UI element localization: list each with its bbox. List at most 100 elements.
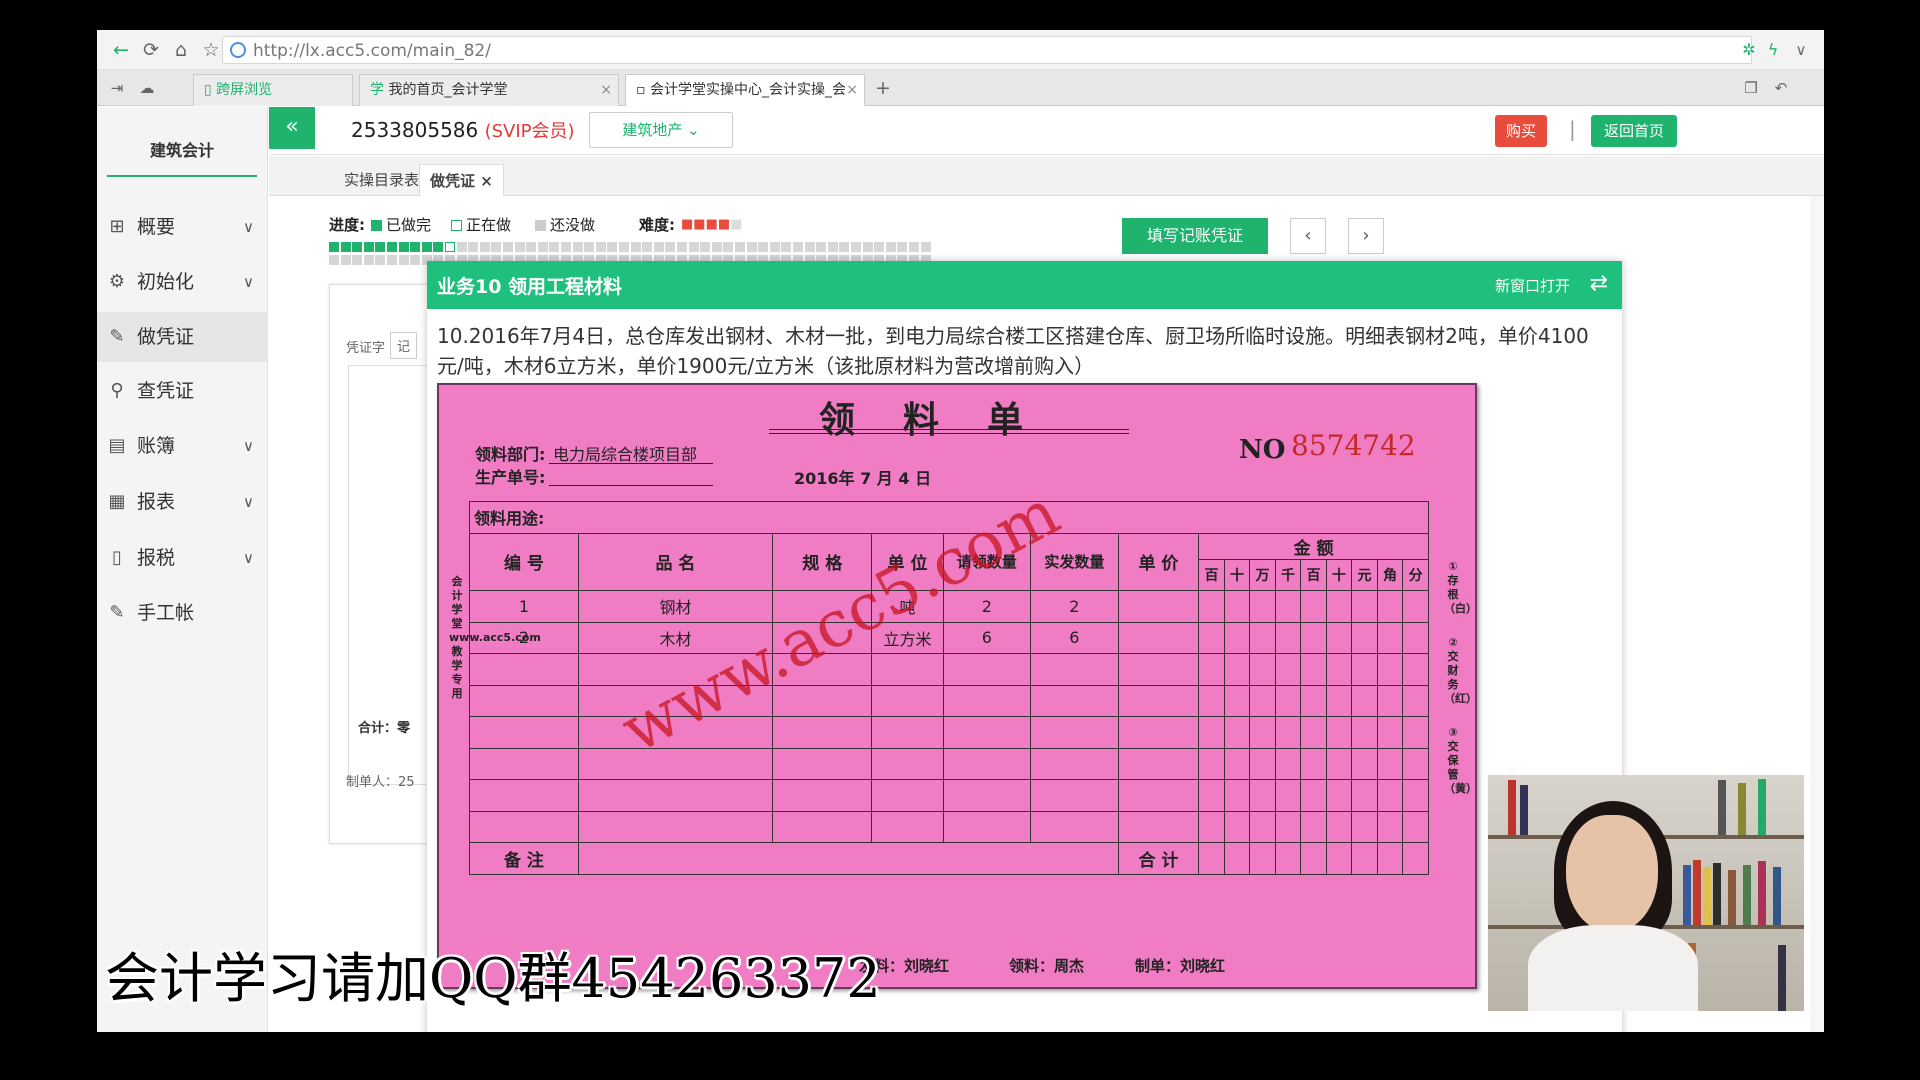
next-button[interactable]: › (1348, 218, 1384, 254)
progress-cell-todo[interactable] (375, 255, 386, 265)
progress-cell-todo[interactable] (329, 255, 339, 265)
progress-cell-todo[interactable] (665, 242, 676, 252)
progress-cell-todo[interactable] (700, 242, 711, 252)
tab-practice-catalog[interactable]: 实操目录表 (334, 164, 429, 196)
progress-cell-todo[interactable] (595, 242, 606, 252)
progress-cell-done[interactable] (398, 242, 409, 252)
progress-cell-todo[interactable] (630, 242, 641, 252)
progress-cell-todo[interactable] (468, 242, 479, 252)
close-icon[interactable]: × (846, 75, 858, 105)
progress-cell-done[interactable] (352, 242, 363, 252)
progress-cell-todo[interactable] (503, 242, 513, 252)
progress-cell-todo[interactable] (549, 242, 560, 252)
sidebar-item-manual-book[interactable]: ✎ 手工帐 (97, 588, 268, 638)
sidebar-toggle-icon[interactable]: ⇥ (105, 76, 129, 100)
progress-cell-done[interactable] (410, 242, 421, 252)
collapse-sidebar-button[interactable]: « (269, 107, 315, 149)
voucher-word-field[interactable]: 记 (390, 332, 418, 359)
sidebar-item-report[interactable]: ▦ 报表 ∨ (97, 477, 268, 527)
sidebar-item-overview[interactable]: ⊞ 概要 ∨ (97, 202, 268, 252)
progress-cell-todo[interactable] (607, 242, 618, 252)
buy-button[interactable]: 购买 (1495, 115, 1547, 147)
progress-cell-todo[interactable] (352, 255, 363, 265)
progress-cell-todo[interactable] (735, 242, 745, 252)
progress-cell-todo[interactable] (653, 242, 664, 252)
progress-cell-done[interactable] (433, 242, 444, 252)
star-icon[interactable]: ☆ (199, 38, 223, 62)
progress-cell-todo[interactable] (839, 242, 850, 252)
progress-cell-todo[interactable] (491, 242, 502, 252)
open-new-window-link[interactable]: 新窗口打开 (1495, 275, 1570, 296)
progress-cell-done[interactable] (421, 242, 432, 252)
progress-cell-todo[interactable] (781, 242, 792, 252)
progress-cell-done[interactable] (363, 242, 374, 252)
sidebar-item-ledger[interactable]: ▤ 账簿 ∨ (97, 421, 268, 471)
progress-cell-todo[interactable] (340, 255, 351, 265)
progress-cell-done[interactable] (340, 242, 351, 252)
sidebar-item-init[interactable]: ⚙ 初始化 ∨ (97, 257, 268, 307)
lightning-icon[interactable]: ϟ (1761, 38, 1785, 62)
progress-cell-todo[interactable] (410, 255, 421, 265)
progress-cell-done[interactable] (329, 242, 339, 252)
remark-value[interactable] (577, 842, 1119, 875)
progress-cell-todo[interactable] (526, 242, 537, 252)
sidebar-item-tax[interactable]: ▯ 报税 ∨ (97, 533, 268, 583)
progress-cell-todo[interactable] (769, 242, 780, 252)
industry-select[interactable]: 建筑地产 ⌄ (589, 112, 733, 148)
progress-cell-todo[interactable] (584, 242, 595, 252)
prev-button[interactable]: ‹ (1290, 218, 1326, 254)
progress-cell-todo[interactable] (572, 242, 583, 252)
progress-cell-todo[interactable] (711, 242, 722, 252)
progress-cell-todo[interactable] (851, 242, 861, 252)
progress-cell-todo[interactable] (862, 242, 873, 252)
progress-cell-todo[interactable] (514, 242, 525, 252)
progress-cell-todo[interactable] (456, 242, 467, 252)
window-icon[interactable]: ❐ (1739, 76, 1763, 100)
browser-tab-home[interactable]: 学 我的首页_会计学堂 × (359, 74, 619, 106)
progress-cell-todo[interactable] (688, 242, 699, 252)
progress-cell-done[interactable] (375, 242, 386, 252)
url-input[interactable]: http://lx.acc5.com/main_82/ (222, 36, 1752, 64)
swap-icon[interactable]: ⇄ (1590, 271, 1608, 296)
progress-cell-todo[interactable] (619, 242, 629, 252)
close-icon[interactable]: × (600, 75, 612, 105)
progress-cell-todo[interactable] (885, 242, 896, 252)
progress-cell-todo[interactable] (758, 242, 769, 252)
progress-cell-todo[interactable] (387, 255, 397, 265)
sidebar-item-query-voucher[interactable]: ⚲ 查凭证 (97, 366, 268, 416)
progress-cell-current[interactable] (445, 242, 455, 252)
progress-cell-todo[interactable] (537, 242, 548, 252)
progress-cell-todo[interactable] (561, 242, 571, 252)
back-icon[interactable]: ← (109, 38, 133, 62)
fill-voucher-button[interactable]: 填写记账凭证 (1122, 218, 1268, 254)
progress-cell-todo[interactable] (398, 255, 409, 265)
progress-cell-todo[interactable] (642, 242, 653, 252)
progress-cell-todo[interactable] (746, 242, 757, 252)
return-home-button[interactable]: 返回首页 (1591, 115, 1677, 147)
progress-cell-done[interactable] (387, 242, 397, 252)
new-tab-button[interactable]: + (871, 76, 895, 100)
progress-cell-todo[interactable] (816, 242, 827, 252)
progress-cell-todo[interactable] (804, 242, 815, 252)
progress-cell-todo[interactable] (677, 242, 687, 252)
cloud-icon[interactable]: ☁ (135, 76, 159, 100)
progress-cell-todo[interactable] (479, 242, 490, 252)
extension-icon[interactable]: ✲ (1737, 38, 1761, 62)
progress-cell-todo[interactable] (363, 255, 374, 265)
progress-cell-todo[interactable] (723, 242, 734, 252)
tab-make-voucher[interactable]: 做凭证 × (419, 164, 504, 196)
sidebar-item-make-voucher[interactable]: ✎ 做凭证 (97, 312, 268, 362)
scrollbar[interactable] (1810, 196, 1824, 1032)
home-icon[interactable]: ⌂ (169, 38, 193, 62)
browser-tab-practice[interactable]: ▫ 会计学堂实操中心_会计实操_会 × (625, 74, 865, 106)
progress-cell-todo[interactable] (874, 242, 885, 252)
chevron-down-icon[interactable]: ∨ (1789, 38, 1813, 62)
progress-cell-todo[interactable] (793, 242, 803, 252)
progress-cell-todo[interactable] (920, 242, 931, 252)
close-icon[interactable]: × (480, 172, 493, 190)
undo-icon[interactable]: ↶ (1769, 76, 1793, 100)
progress-cell-todo[interactable] (827, 242, 838, 252)
progress-cell-todo[interactable] (909, 242, 919, 252)
progress-cell-todo[interactable] (897, 242, 908, 252)
browser-tab-crossscreen[interactable]: ▯ 跨屏浏览 (193, 74, 353, 106)
